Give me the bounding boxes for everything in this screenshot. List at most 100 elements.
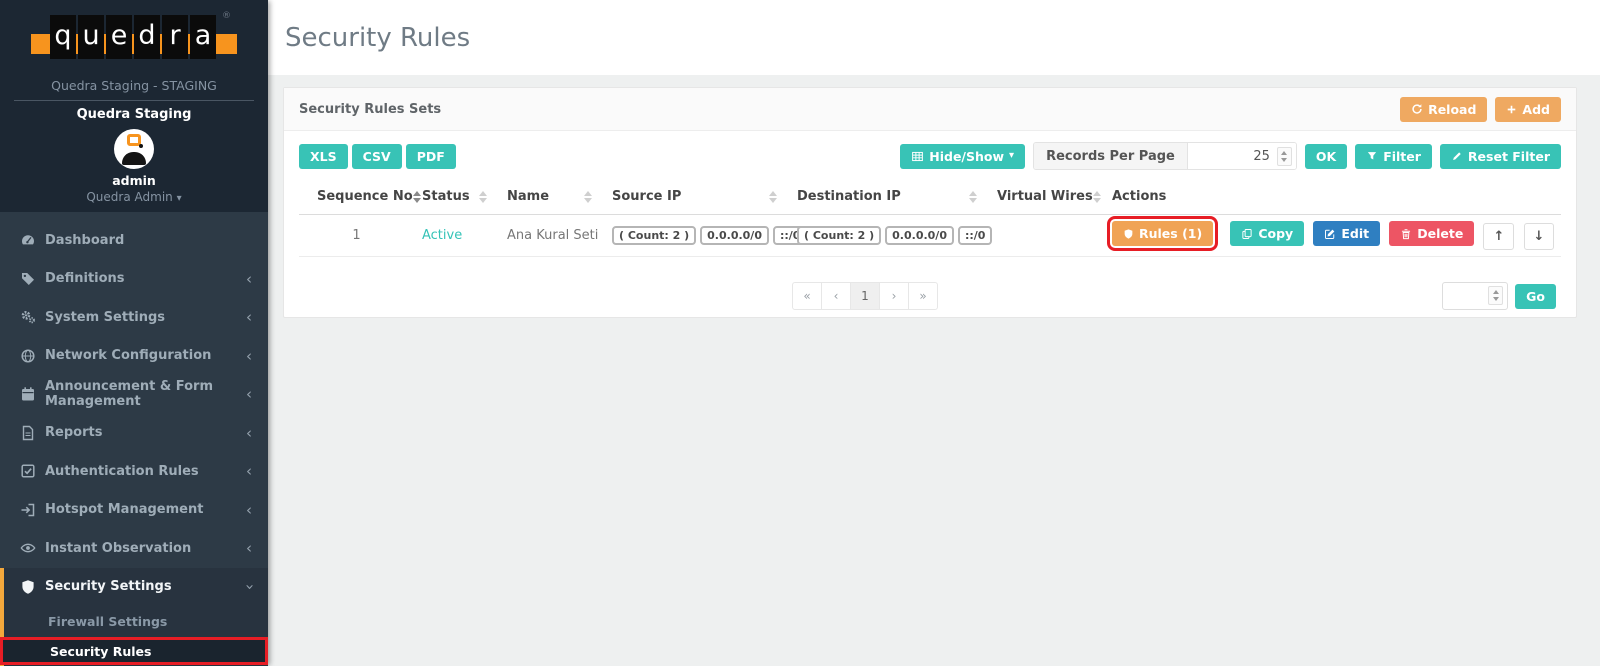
sidebar-item-reports[interactable]: Reports ‹ <box>0 414 268 453</box>
chevron-icon: ‹ <box>246 385 252 403</box>
delete-button[interactable]: Delete <box>1389 221 1474 246</box>
col-sequence-no[interactable]: Sequence No <box>299 183 414 215</box>
table-row: 1 Active Ana Kural Seti ( Count: 2 )0.0.… <box>299 215 1561 257</box>
col-name[interactable]: Name <box>499 183 604 215</box>
table-toolbar: XLS CSV PDF Hide/Show ▾ Records Per Page <box>299 142 1561 170</box>
double-chevron-right-icon: » <box>919 289 926 303</box>
go-label: Go <box>1526 289 1545 304</box>
reload-button[interactable]: Reload <box>1400 97 1487 122</box>
logo-tiles: q u e d r a <box>50 15 216 59</box>
add-button[interactable]: Add <box>1495 97 1561 122</box>
export-buttons: XLS CSV PDF <box>299 144 456 169</box>
ip-badge: 0.0.0.0/0 <box>700 226 769 245</box>
panel-body: XLS CSV PDF Hide/Show ▾ Records Per Page <box>284 131 1576 310</box>
quedra-logo[interactable]: q u e d r a ® <box>31 12 237 64</box>
sidebar-item-label: Authentication Rules <box>45 464 199 479</box>
col-label: Sequence No <box>317 189 413 204</box>
hide-show-dropdown[interactable]: Hide/Show ▾ <box>900 144 1025 169</box>
sidebar-item-security-settings[interactable]: Security Settings ‹ <box>4 568 268 607</box>
plus-icon <box>1506 104 1517 115</box>
chevron-left-icon: ‹ <box>834 289 839 303</box>
chevron-icon: ‹ <box>246 347 252 365</box>
ok-label: OK <box>1316 149 1336 164</box>
goto-page-group: Go <box>1442 282 1556 310</box>
stepper-up-icon[interactable] <box>1493 290 1499 294</box>
col-destination-ip[interactable]: Destination IP <box>789 183 989 215</box>
chevron-icon: ‹ <box>246 270 252 288</box>
user-role-dropdown[interactable]: Quedra Admin ▾ <box>0 190 268 204</box>
chevron-icon: ‹ <box>246 462 252 480</box>
sidebar-item-system-settings[interactable]: System Settings ‹ <box>0 298 268 337</box>
cell-actions: Rules (1) Copy Edit <box>1104 215 1561 257</box>
export-pdf-button[interactable]: PDF <box>406 144 456 169</box>
edit-icon <box>1324 228 1336 240</box>
sidebar-item-dashboard[interactable]: Dashboard <box>0 221 268 260</box>
avatar[interactable] <box>114 129 154 169</box>
security-settings-group: Security Settings ‹ Firewall Settings Se… <box>0 568 268 666</box>
shield-icon <box>20 579 36 595</box>
move-down-button[interactable]: ↓ <box>1524 223 1555 251</box>
count-badge: ( Count: 2 ) <box>612 226 696 245</box>
number-stepper[interactable] <box>1277 147 1292 166</box>
export-csv-button[interactable]: CSV <box>352 144 402 169</box>
copy-button[interactable]: Copy <box>1230 221 1304 246</box>
edit-button[interactable]: Edit <box>1313 221 1380 246</box>
reset-filter-button[interactable]: Reset Filter <box>1440 144 1561 169</box>
col-label: Destination IP <box>797 189 901 204</box>
sidebar-item-hotspot-management[interactable]: Hotspot Management ‹ <box>0 491 268 530</box>
records-per-page-label: Records Per Page <box>1034 143 1188 169</box>
sign-in-icon <box>20 502 36 518</box>
sort-icon[interactable] <box>584 191 596 203</box>
logo-letter: a <box>190 15 216 59</box>
move-up-button[interactable]: ↑ <box>1483 223 1514 251</box>
chevron-icon: ‹ <box>246 539 252 557</box>
page-number: 1 <box>861 289 869 303</box>
sidebar: q u e d r a ® Quedra Staging - STAGING Q… <box>0 0 268 666</box>
col-actions: Actions <box>1104 183 1561 215</box>
col-source-ip[interactable]: Source IP <box>604 183 789 215</box>
sidebar-item-instant-observation[interactable]: Instant Observation ‹ <box>0 529 268 568</box>
pagination-prev-button[interactable]: ‹ <box>821 282 851 310</box>
sort-icon[interactable] <box>769 191 781 203</box>
pagination-page-1[interactable]: 1 <box>850 282 880 310</box>
col-label: Name <box>507 189 549 204</box>
filter-label: Filter <box>1383 149 1421 164</box>
stepper-down-icon[interactable] <box>1493 297 1499 301</box>
caret-down-icon: ▾ <box>177 193 182 204</box>
hide-show-label: Hide/Show <box>929 149 1004 164</box>
sidebar-item-label: Instant Observation <box>45 541 191 556</box>
copy-icon <box>1241 228 1253 240</box>
xls-label: XLS <box>310 149 337 164</box>
sort-icon[interactable] <box>1093 191 1105 203</box>
pagination-next-button[interactable]: › <box>879 282 909 310</box>
sort-icon[interactable] <box>969 191 981 203</box>
stepper-up-icon[interactable] <box>1281 151 1287 155</box>
page-title: Security Rules <box>285 23 470 53</box>
rules-button[interactable]: Rules (1) <box>1112 221 1213 246</box>
avatar-shoulders <box>122 152 146 165</box>
table-icon <box>911 150 924 163</box>
sidebar-subitem-label: Security Rules <box>50 644 151 659</box>
sort-icon[interactable] <box>479 191 491 203</box>
sidebar-item-authentication-rules[interactable]: Authentication Rules ‹ <box>0 452 268 491</box>
col-status[interactable]: Status <box>414 183 499 215</box>
filter-button[interactable]: Filter <box>1355 144 1432 169</box>
logo-letter: u <box>78 15 104 59</box>
sidebar-item-network-configuration[interactable]: Network Configuration ‹ <box>0 337 268 376</box>
stepper-down-icon[interactable] <box>1281 158 1287 162</box>
pagination-last-button[interactable]: » <box>908 282 938 310</box>
go-button[interactable]: Go <box>1515 284 1556 309</box>
cell-sequence-no: 1 <box>299 215 414 257</box>
pagination-first-button[interactable]: « <box>792 282 822 310</box>
export-xls-button[interactable]: XLS <box>299 144 348 169</box>
number-stepper[interactable] <box>1488 286 1503 305</box>
pdf-label: PDF <box>417 149 445 164</box>
sidebar-item-announcement-form-management[interactable]: Announcement & Form Management ‹ <box>0 375 268 414</box>
ok-button[interactable]: OK <box>1305 144 1347 169</box>
sidebar-subitem-security-rules[interactable]: Security Rules <box>0 637 268 665</box>
sidebar-subitem-firewall-settings[interactable]: Firewall Settings <box>4 606 268 637</box>
sidebar-item-definitions[interactable]: Definitions ‹ <box>0 260 268 299</box>
col-virtual-wires[interactable]: Virtual Wires <box>989 183 1104 215</box>
add-label: Add <box>1522 102 1550 117</box>
sidebar-item-label: Security Settings <box>45 579 172 594</box>
